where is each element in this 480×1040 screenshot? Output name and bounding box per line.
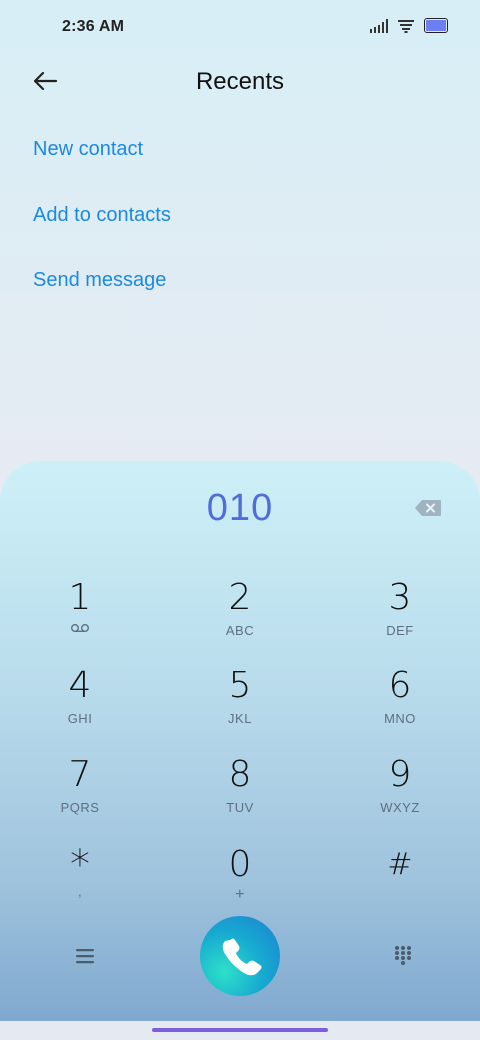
key-digit: 0 bbox=[228, 844, 252, 885]
key-8[interactable]: 8 TUV bbox=[180, 756, 300, 836]
dialer-panel: 010 1 2 ABC 3 DEF 4 GHI 5 JKL 6 MNO 7 PQ… bbox=[0, 461, 480, 1021]
key-6[interactable]: 6 MNO bbox=[340, 667, 460, 747]
key-letters: + bbox=[235, 886, 245, 903]
key-0[interactable]: 0 + bbox=[180, 846, 300, 926]
key-digit: # bbox=[387, 847, 413, 882]
call-button[interactable] bbox=[200, 916, 280, 996]
key-digit: 4 bbox=[68, 665, 92, 706]
wifi-icon bbox=[398, 19, 414, 33]
key-letters: MNO bbox=[384, 711, 416, 726]
dialpad-button[interactable] bbox=[388, 941, 418, 971]
menu-button[interactable] bbox=[70, 941, 100, 971]
send-message-link[interactable]: Send message bbox=[33, 269, 166, 292]
key-letters: , bbox=[77, 884, 83, 899]
menu-icon bbox=[76, 949, 94, 964]
status-bar: 2:36 AM bbox=[0, 0, 480, 56]
add-to-contacts-link[interactable]: Add to contacts bbox=[33, 204, 171, 227]
key-digit: 9 bbox=[388, 754, 412, 795]
key-letters: PQRS bbox=[60, 800, 100, 815]
dialed-number: 010 bbox=[206, 487, 274, 529]
key-9[interactable]: 9 WXYZ bbox=[340, 756, 460, 836]
key-5[interactable]: 5 JKL bbox=[180, 667, 300, 747]
key-hash[interactable]: # bbox=[340, 846, 460, 926]
key-digit: 6 bbox=[388, 665, 412, 706]
key-digit: 1 bbox=[68, 577, 92, 618]
key-4[interactable]: 4 GHI bbox=[20, 667, 140, 747]
key-letters: ABC bbox=[225, 623, 255, 638]
status-icons bbox=[370, 18, 448, 33]
key-2[interactable]: 2 ABC bbox=[180, 579, 300, 659]
key-letters: JKL bbox=[228, 711, 252, 726]
new-contact-link[interactable]: New contact bbox=[33, 138, 143, 161]
page-title: Recents bbox=[195, 68, 285, 95]
home-indicator[interactable] bbox=[152, 1028, 328, 1032]
key-letters: WXYZ bbox=[380, 800, 420, 815]
key-letters: TUV bbox=[226, 800, 254, 815]
key-digit: * bbox=[70, 842, 90, 888]
signal-icon bbox=[370, 18, 388, 33]
key-7[interactable]: 7 PQRS bbox=[20, 756, 140, 836]
dialpad-icon bbox=[395, 946, 411, 965]
header: Recents bbox=[0, 56, 480, 108]
key-3[interactable]: 3 DEF bbox=[340, 579, 460, 659]
key-1[interactable]: 1 bbox=[20, 579, 140, 659]
status-time: 2:36 AM bbox=[62, 18, 125, 35]
phone-icon bbox=[222, 938, 262, 976]
backspace-icon bbox=[415, 500, 441, 516]
key-letters: GHI bbox=[67, 711, 93, 726]
key-digit: 8 bbox=[228, 754, 252, 795]
backspace-button[interactable] bbox=[414, 499, 442, 517]
key-digit: 5 bbox=[228, 665, 252, 706]
key-digit: 3 bbox=[388, 577, 412, 618]
key-digit: 2 bbox=[228, 577, 252, 618]
key-letters: DEF bbox=[386, 623, 414, 638]
voicemail-icon bbox=[71, 624, 89, 633]
key-digit: 7 bbox=[68, 754, 92, 795]
key-star[interactable]: * , bbox=[20, 842, 140, 926]
battery-icon bbox=[424, 18, 448, 33]
